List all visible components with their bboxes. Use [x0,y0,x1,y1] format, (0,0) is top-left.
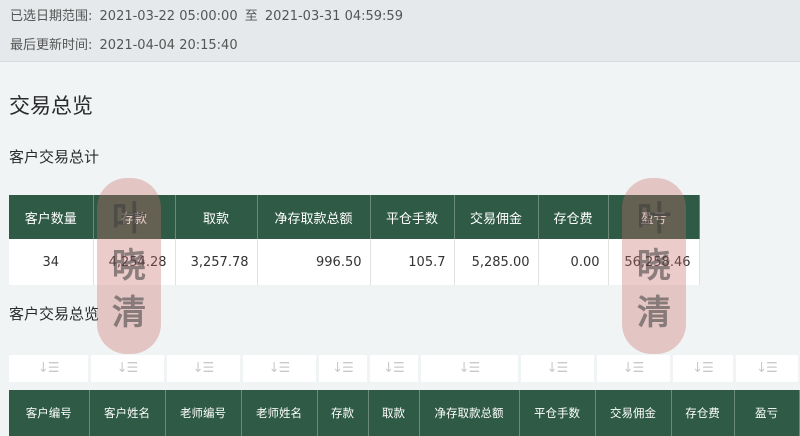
sort-icon[interactable]: ↓☰ [9,355,91,382]
summary-cell: 5,285.00 [454,239,539,285]
column-header[interactable]: 平仓手数 [519,390,596,436]
filter-info-bar: 已选日期范围: 2021-03-22 05:00:00 至 2021-03-31… [0,0,800,62]
detail-section-title: 客户交易总览 [9,305,100,323]
summary-header-cell: 取款 [175,195,258,239]
summary-cell: 3,257.78 [175,239,258,285]
watermark-char: 叶 [112,199,146,240]
sort-icon[interactable]: ↓☰ [368,355,421,382]
sort-icon[interactable]: ↓☰ [317,355,370,382]
column-header[interactable]: 老师编号 [165,390,242,436]
column-header[interactable]: 客户编号 [9,390,90,436]
detail-header-row: 客户编号 客户姓名 老师编号 老师姓名 存款 取款 净存取款总额 平仓手数 交易… [9,390,800,436]
page-title: 交易总览 [9,94,93,118]
column-header[interactable]: 存款 [317,390,369,436]
column-header[interactable]: 老师姓名 [241,390,318,436]
summary-header-cell: 交易佣金 [454,195,539,239]
date-range-line: 已选日期范围: 2021-03-22 05:00:00 至 2021-03-31… [10,5,403,24]
column-header[interactable]: 客户姓名 [89,390,166,436]
column-header[interactable]: 盈亏 [734,390,800,436]
sort-controls-row: ↓☰ ↓☰ ↓☰ ↓☰ ↓☰ ↓☰ ↓☰ ↓☰ ↓☰ ↓☰ ↓☰ [9,355,800,382]
summary-section-title: 客户交易总计 [9,148,100,166]
watermark-char: 晓 [637,245,671,286]
date-range-start: 2021-03-22 05:00:00 [99,9,238,24]
watermark-char: 清 [637,292,671,333]
column-header[interactable]: 交易佣金 [595,390,672,436]
column-header[interactable]: 取款 [368,390,420,436]
sort-icon[interactable]: ↓☰ [165,355,243,382]
sort-icon[interactable]: ↓☰ [734,355,800,382]
summary-cell: 34 [9,239,94,285]
summary-header-cell: 客户数量 [9,195,94,239]
summary-cell: 0.00 [538,239,609,285]
column-header[interactable]: 存仓费 [671,390,735,436]
summary-cell: 105.7 [370,239,455,285]
date-range-separator: 至 [244,9,258,24]
sort-icon[interactable]: ↓☰ [595,355,673,382]
sort-icon[interactable]: ↓☰ [89,355,167,382]
sort-icon[interactable]: ↓☰ [519,355,597,382]
date-range-end: 2021-03-31 04:59:59 [264,9,403,24]
summary-cell: 996.50 [257,239,371,285]
summary-header-cell: 平仓手数 [370,195,455,239]
date-range-label: 已选日期范围: [10,9,93,24]
summary-header-cell: 存仓费 [538,195,609,239]
detail-table: 客户编号 客户姓名 老师编号 老师姓名 存款 取款 净存取款总额 平仓手数 交易… [9,390,800,436]
last-updated-label: 最后更新时间: [10,38,93,53]
watermark-seal: 叶 晓 清 [97,178,161,354]
summary-header-cell: 净存取款总额 [257,195,371,239]
column-header[interactable]: 净存取款总额 [419,390,520,436]
watermark-char: 叶 [637,199,671,240]
watermark-char: 晓 [112,245,146,286]
sort-icon[interactable]: ↓☰ [241,355,319,382]
last-updated-line: 最后更新时间: 2021-04-04 20:15:40 [10,34,238,53]
sort-icon[interactable]: ↓☰ [671,355,736,382]
watermark-seal: 叶 晓 清 [622,178,686,354]
sort-icon[interactable]: ↓☰ [419,355,521,382]
watermark-char: 清 [112,292,146,333]
last-updated-value: 2021-04-04 20:15:40 [99,38,238,53]
